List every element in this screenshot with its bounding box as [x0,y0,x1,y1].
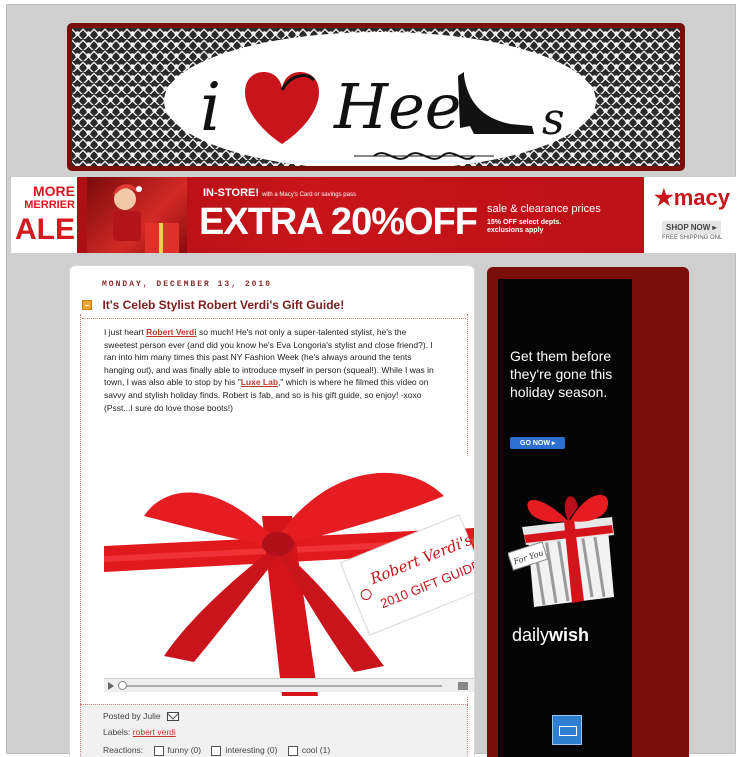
ad-photo [87,177,187,253]
post-bullet-icon [82,299,92,310]
dailywish-ad-text: Get them before they're gone this holida… [510,348,613,400]
dailywish-ad[interactable]: Get them before they're gone this holida… [498,279,632,757]
i-heart-heels-logo: i Hee s [200,69,565,160]
ad-left-panel: MORE MERRIER ALE [11,177,77,253]
blog-post: MONDAY, DECEMBER 13, 2010 It's Celeb Sty… [69,265,475,757]
posted-by: Posted by Julie [103,711,179,722]
post-title[interactable]: It's Celeb Stylist Robert Verdi's Gift G… [102,298,344,312]
american-express-logo-icon [552,715,582,745]
ad-instore: IN-STORE! with a Macy's Card or savings … [203,187,356,199]
ad-right-panel: ★macy SHOP NOW ▸ FREE SHIPPING ONL [644,177,739,253]
sidebar: Get them before they're gone this holida… [487,267,689,757]
logo-letter-s: s [542,94,565,145]
video-player[interactable]: Robert Verdi's 2010 GIFT GUIDE [104,456,474,696]
label-link[interactable]: robert verdi [133,727,176,737]
ad-headline: EXTRA 20%OFF [199,201,478,243]
ad-shipping-text: FREE SHIPPING ONL [662,235,723,241]
page-background: i Hee s MORE MERRIER ALE IN-STORE! with … [6,4,739,757]
reaction-interesting[interactable]: interesting (0) [211,745,277,756]
robert-verdi-link[interactable]: Robert Verdi [146,327,197,337]
dailywish-logo: dailywish [512,625,590,645]
luxe-lab-link[interactable]: Luxe Lab [241,377,278,387]
reaction-cool[interactable]: cool (1) [287,745,330,756]
logo-letter-i: i [200,69,221,146]
go-now-button[interactable]: GO NOW ▸ [510,437,566,449]
gift-ribbon-image: Robert Verdi's 2010 GIFT GUIDE [104,472,474,696]
post-footer: Posted by Julie Labels: robert verdi Rea… [80,704,468,757]
volume-icon[interactable] [458,682,468,690]
header-pattern: i Hee s [72,28,680,166]
shop-now-button[interactable]: SHOP NOW ▸ [662,221,721,234]
reaction-checkbox[interactable] [211,745,222,756]
ad-left-line-3: ALE [15,213,75,246]
post-body: I just heart Robert Verdi so much! He's … [104,327,434,413]
post-labels: Labels: robert verdi [103,727,176,737]
shoe-icon [458,72,534,134]
reaction-funny[interactable]: funny (0) [153,745,201,756]
video-scrubber-handle[interactable] [118,681,127,690]
macys-logo: ★macy [654,185,730,210]
video-progress-track[interactable] [122,685,442,687]
heart-icon [244,72,320,144]
reaction-checkbox[interactable] [287,745,298,756]
post-date: MONDAY, DECEMBER 13, 2010 [102,280,273,289]
email-post-icon[interactable] [166,712,179,722]
ad-left-line-1: MORE [33,183,75,199]
reactions-row: Reactions: funny (0) interesting (0) coo… [103,745,331,756]
gift-box-image: For You [508,494,614,607]
play-icon[interactable] [108,682,114,690]
video-controls[interactable] [104,678,474,692]
reaction-checkbox[interactable] [153,745,164,756]
logo-text: Hee [333,70,461,143]
ad-sale-title: sale & clearance prices [487,203,601,215]
macys-ad-banner[interactable]: MORE MERRIER ALE IN-STORE! with a Macy's… [11,177,739,253]
ad-left-line-2: MERRIER [24,199,75,211]
blog-header[interactable]: i Hee s [67,23,685,171]
ad-sale-subtitle: 15% OFF select depts. exclusions apply [487,219,562,234]
